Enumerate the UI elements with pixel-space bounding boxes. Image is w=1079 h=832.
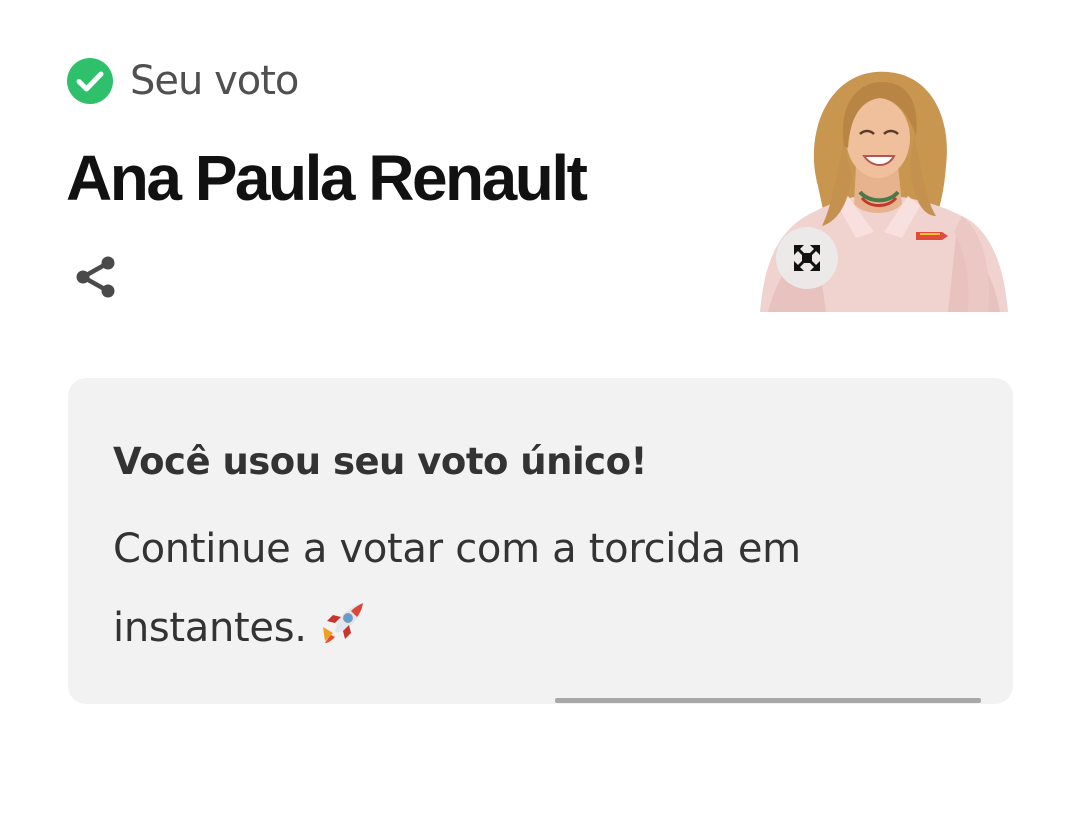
vote-status-label: Seu voto (130, 58, 299, 104)
countdown-progress-track (555, 698, 981, 703)
countdown-progress-fill (555, 698, 981, 703)
card-message-text: Continue a votar com a torcida em instan… (113, 526, 801, 651)
rocket-icon (322, 603, 363, 643)
expand-photo-button[interactable] (776, 227, 838, 289)
candidate-name: Ana Paula Renault (66, 142, 588, 214)
expand-icon (794, 245, 820, 271)
vote-status: Seu voto (67, 56, 299, 106)
card-title: Você usou seu voto único! (113, 440, 647, 483)
card-message: Continue a votar com a torcida em instan… (113, 510, 953, 668)
vote-used-card: Você usou seu voto único! Continue a vot… (68, 378, 1013, 704)
share-icon[interactable] (70, 250, 124, 304)
check-circle-icon (67, 58, 113, 104)
